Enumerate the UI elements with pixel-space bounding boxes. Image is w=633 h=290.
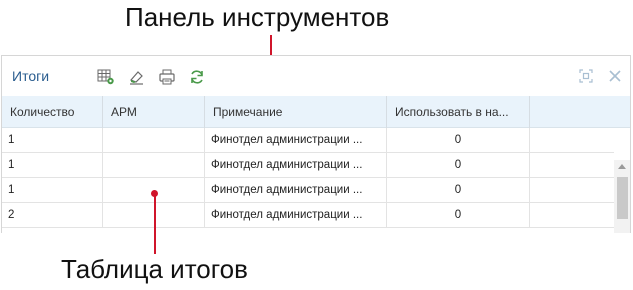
eraser-icon[interactable] <box>128 68 146 86</box>
cell-note: Финотдел администрации ... <box>205 128 387 153</box>
refresh-icon[interactable] <box>188 68 206 86</box>
cell-note: Финотдел администрации ... <box>205 153 387 178</box>
print-icon[interactable] <box>158 68 176 86</box>
cell-arm <box>103 128 205 153</box>
scroll-up-arrow-icon[interactable] <box>618 164 626 169</box>
table-callout-dot <box>151 190 158 197</box>
column-header-quantity[interactable]: Количество <box>2 96 103 128</box>
table-header: Количество АРМ Примечание Использовать в… <box>2 96 630 128</box>
close-icon[interactable] <box>607 68 623 84</box>
table-settings-icon[interactable] <box>97 68 115 86</box>
table-row[interactable]: 1 Финотдел администрации ... 0 <box>2 178 630 203</box>
column-header-use[interactable]: Использовать в на... <box>387 96 530 128</box>
table-row[interactable]: 1 Финотдел администрации ... 0 <box>2 153 630 178</box>
cell-quantity: 1 <box>2 153 103 178</box>
cell-use: 0 <box>387 203 530 228</box>
cell-filler <box>530 153 614 178</box>
totals-table: Количество АРМ Примечание Использовать в… <box>2 96 630 233</box>
cell-arm <box>103 153 205 178</box>
table-callout-label: Таблица итогов <box>61 254 248 284</box>
cell-filler <box>530 128 614 153</box>
cell-use: 0 <box>387 128 530 153</box>
panel-title: Итоги <box>12 68 50 84</box>
cell-quantity: 1 <box>2 178 103 203</box>
cell-note: Финотдел администрации ... <box>205 178 387 203</box>
cell-filler <box>530 178 614 203</box>
cell-use: 0 <box>387 178 530 203</box>
table-body: 1 Финотдел администрации ... 0 1 Финотде… <box>2 128 630 233</box>
cell-use: 0 <box>387 153 530 178</box>
vertical-scrollbar[interactable] <box>614 160 630 233</box>
table-row[interactable]: 2 Финотдел администрации ... 0 <box>2 203 630 228</box>
cell-quantity: 2 <box>2 203 103 228</box>
table-callout-line <box>154 193 156 254</box>
column-header-arm[interactable]: АРМ <box>103 96 205 128</box>
table-row[interactable]: 1 Финотдел администрации ... 0 <box>2 128 630 153</box>
column-header-note[interactable]: Примечание <box>205 96 387 128</box>
totals-panel: Итоги Количество АРМ Примечание Использо… <box>1 55 631 233</box>
scroll-thumb[interactable] <box>617 177 628 219</box>
cell-filler <box>530 203 614 228</box>
cell-note: Финотдел администрации ... <box>205 203 387 228</box>
panel-toolbar: Итоги <box>2 56 630 96</box>
maximize-icon[interactable] <box>578 68 594 84</box>
cell-quantity: 1 <box>2 128 103 153</box>
toolbar-callout-label: Панель инструментов <box>125 2 390 32</box>
column-header-filler <box>530 96 614 128</box>
